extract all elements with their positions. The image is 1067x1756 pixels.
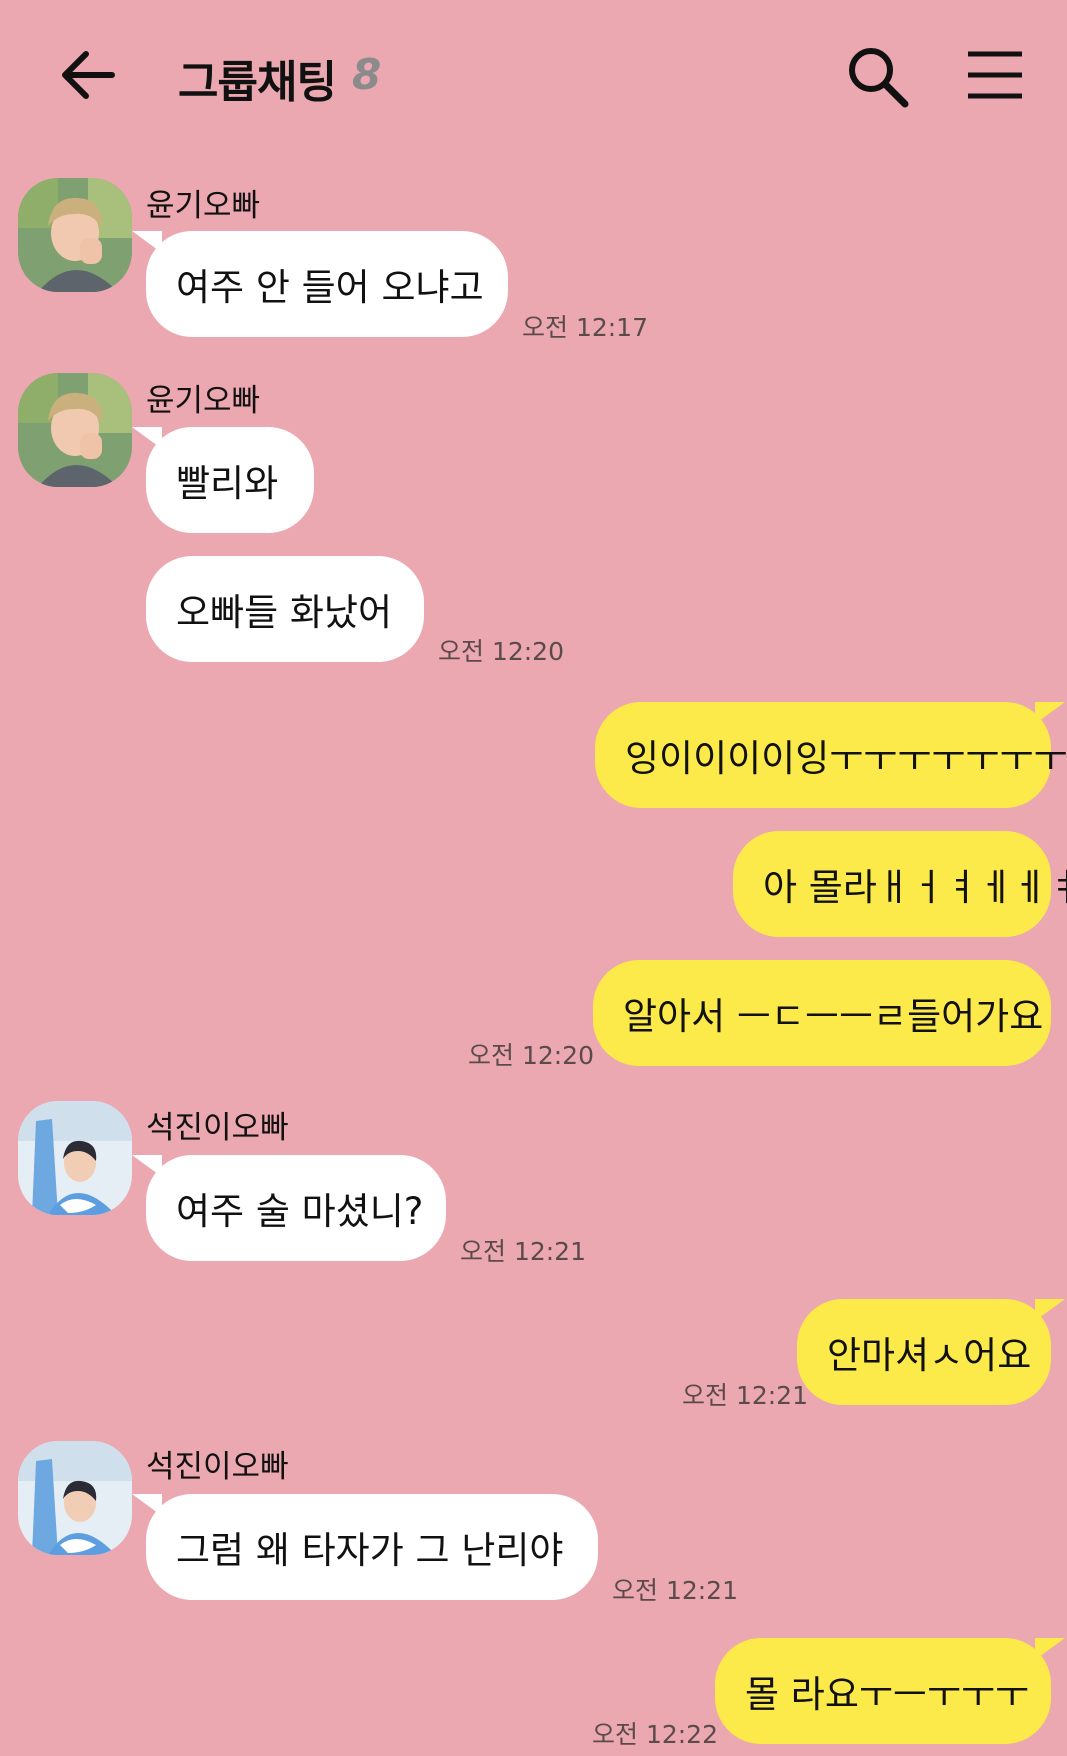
seokjin-avatar[interactable] [18, 1441, 132, 1555]
bubble-tail [1035, 1638, 1065, 1660]
message-bubble-outgoing[interactable]: 알아서 ㅡㄷㅡㅡㄹ들어가요 [593, 960, 1051, 1066]
bubble-tail [132, 1494, 162, 1516]
message-text: 빨리와 [176, 462, 279, 505]
seokjin-avatar[interactable] [18, 1101, 132, 1215]
member-count: 8 [352, 50, 382, 99]
message-text: 몰 라요ㅜㅡㅜㅜㅜ [745, 1673, 1030, 1716]
sender-name: 석진이오빠 [146, 1110, 289, 1146]
bubble-tail [132, 427, 162, 449]
message-bubble-outgoing[interactable]: 안마셔ㅅ어요 [797, 1299, 1065, 1405]
bubble-tail [132, 231, 162, 253]
message-time: 오전 12:17 [522, 313, 648, 342]
sender-name: 윤기오빠 [146, 188, 261, 224]
message-time: 오전 12:21 [612, 1576, 738, 1605]
message-text: 알아서 ㅡㄷㅡㅡㄹ들어가요 [623, 995, 1044, 1038]
message-bubble-incoming[interactable]: 여주 안 들어 오냐고 [132, 231, 508, 337]
message-bubble-incoming[interactable]: 그럼 왜 타자가 그 난리야 [132, 1494, 598, 1600]
message-bubble-incoming[interactable]: 여주 술 마셨니? [132, 1155, 446, 1261]
message-bubble-outgoing[interactable]: 잉이이이이잉ㅜㅜㅜㅜㅜㅜㅜ [595, 702, 1067, 808]
yoongi-avatar[interactable] [18, 373, 132, 487]
message-bubble-incoming[interactable]: 오빠들 화났어 [146, 556, 424, 662]
message-bubble-incoming[interactable]: 빨리와 [132, 427, 314, 533]
bubble-tail [132, 1155, 162, 1177]
message-text: 그럼 왜 타자가 그 난리야 [176, 1529, 564, 1572]
sender-name: 윤기오빠 [146, 383, 261, 419]
sender-name: 석진이오빠 [146, 1449, 289, 1485]
message-time: 오전 12:21 [460, 1237, 586, 1266]
chat-title: 그룹채팅 [178, 57, 337, 108]
chat-header: 그룹채팅 8 [0, 0, 1067, 150]
bubble-tail [1035, 1299, 1065, 1321]
back-arrow-icon[interactable] [56, 44, 118, 106]
message-time: 오전 12:21 [682, 1381, 808, 1410]
search-icon[interactable] [845, 44, 909, 108]
message-text: 여주 술 마셨니? [176, 1190, 424, 1233]
message-text: 여주 안 들어 오냐고 [176, 266, 484, 309]
message-bubble-outgoing[interactable]: 몰 라요ㅜㅡㅜㅜㅜ [715, 1638, 1065, 1744]
message-text: 안마셔ㅅ어요 [827, 1334, 1032, 1377]
yoongi-avatar[interactable] [18, 178, 132, 292]
message-text: 아 몰라ㅐㅓㅕㅔㅔㅕ [763, 866, 1067, 909]
menu-icon[interactable] [966, 50, 1024, 100]
message-time: 오전 12:22 [592, 1720, 718, 1749]
message-time: 오전 12:20 [438, 637, 564, 666]
message-bubble-outgoing[interactable]: 아 몰라ㅐㅓㅕㅔㅔㅕ [733, 831, 1067, 937]
bubble-tail [1035, 702, 1065, 724]
message-text: 오빠들 화났어 [176, 591, 393, 634]
message-time: 오전 12:20 [468, 1041, 594, 1070]
message-text: 잉이이이이잉ㅜㅜㅜㅜㅜㅜㅜ [625, 737, 1067, 780]
